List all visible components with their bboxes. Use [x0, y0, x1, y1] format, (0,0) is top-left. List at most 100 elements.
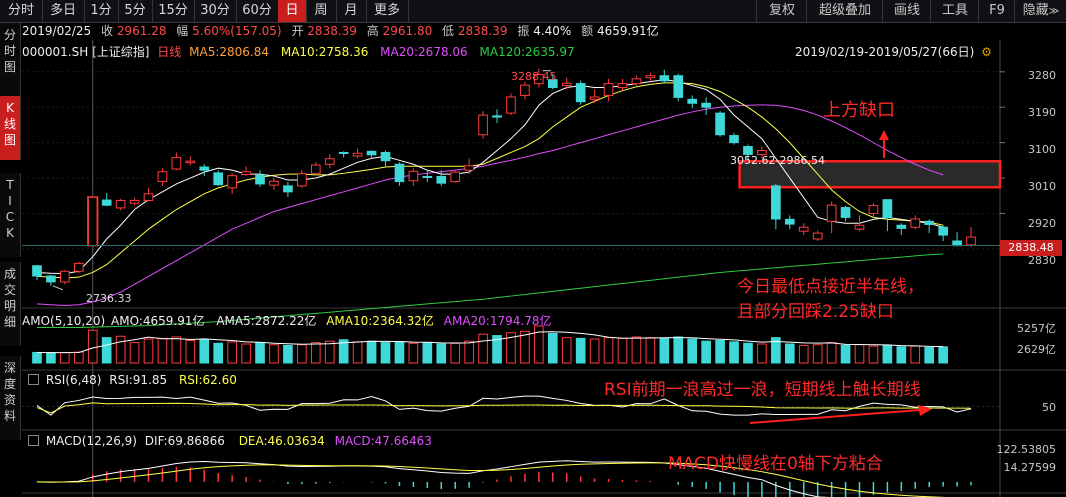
kline-ytick: 3010 [1028, 180, 1056, 193]
amo-bar [101, 337, 112, 364]
candle-body [32, 265, 42, 277]
candle-body [701, 102, 711, 108]
macd-legend: MACD(12,26,9) DIF:69.86866 DEA:46.03634 … [28, 434, 432, 448]
amo-bar [701, 340, 711, 364]
candle-body [338, 151, 349, 154]
amo-bar [213, 342, 224, 364]
candle-body [129, 199, 140, 204]
candle-body [422, 175, 433, 178]
candle-body [617, 83, 628, 89]
candle-body [310, 164, 321, 174]
candle-body [380, 151, 391, 162]
candle-body [436, 175, 447, 184]
macd-annotation: MACD快慢线在0轴下方粘合 [668, 454, 883, 474]
amo-bar [436, 343, 447, 364]
gap-arrow-head [879, 130, 889, 140]
rsi2-value: RSI:62.60 [178, 373, 237, 387]
amo-bar [310, 342, 321, 364]
candle-body [185, 160, 196, 164]
amo-bar [520, 330, 530, 364]
candle-body [269, 180, 279, 186]
candle-body [115, 199, 126, 209]
candle-body [143, 193, 154, 201]
low-arrow [52, 285, 64, 291]
amo-bar [283, 344, 293, 364]
candle-body [924, 220, 935, 225]
candle-body [715, 112, 725, 136]
amo-bar [687, 338, 698, 364]
amo-bar [729, 341, 739, 364]
amo-bar [129, 342, 140, 364]
candle-body [854, 224, 865, 230]
candle-body [812, 232, 823, 240]
candle-body [283, 185, 293, 193]
amo-bar [185, 339, 196, 364]
amo-bar [32, 351, 42, 364]
candle-body [60, 270, 70, 283]
candle-body [87, 196, 98, 247]
amo-bar [352, 341, 363, 364]
amo-bar [297, 344, 307, 364]
amo-bar [464, 340, 474, 364]
amo-bar [324, 340, 335, 364]
candle-body [478, 114, 488, 136]
amo-bar [561, 337, 572, 364]
amo-legend: AMO(5,10,20) AMO:4659.91亿 AMA5:2872.22亿 … [22, 312, 551, 329]
dea-value: DEA:46.03634 [238, 434, 325, 448]
amo-bar [241, 343, 251, 364]
candle-body [46, 275, 56, 283]
candle-body [227, 175, 237, 189]
kline-ytick: 3280 [1028, 69, 1056, 82]
last-price-tag: 2838.48 [1000, 240, 1062, 256]
rsi-ytick: 50 [1042, 401, 1056, 414]
amo-bar [73, 351, 84, 364]
candle-body [520, 84, 530, 96]
macd-label: MACD(12,26,9) [45, 434, 137, 448]
amo-ytick: 2629亿 [1017, 343, 1056, 356]
candle-body [464, 165, 474, 171]
amo-bar [826, 342, 837, 364]
kline-ytick: 3100 [1028, 143, 1056, 156]
candle-body [645, 75, 656, 79]
amo-bar [199, 339, 210, 364]
amo-bar [924, 347, 935, 364]
amo-bar [115, 335, 126, 364]
rsi-label: RSI(6,48) [45, 373, 102, 387]
candle-body [784, 218, 795, 225]
amo-bar [868, 345, 879, 364]
amo-bar [227, 341, 237, 364]
candle-body [729, 135, 739, 144]
macd-ytick: 14.27599 [1003, 461, 1057, 474]
amo-bar [46, 352, 56, 364]
candle-body [366, 150, 377, 156]
amo-bar [422, 342, 433, 364]
candle-body [575, 83, 586, 103]
amo-bar [478, 333, 488, 364]
candle-body [826, 204, 837, 222]
rsi-toggle-box[interactable] [28, 374, 39, 385]
candle-body [952, 240, 962, 247]
high-mark: 3288.45 [511, 70, 557, 83]
kline-ytick: 2920 [1028, 217, 1056, 230]
candle-body [687, 98, 698, 104]
rsi1-value: RSI:91.85 [109, 373, 168, 387]
rsi-legend: RSI(6,48) RSI:91.85 RSI:62.60 [28, 373, 237, 387]
macd-value: MACD:47.66463 [334, 434, 432, 448]
amo-bar [784, 343, 795, 364]
amo-bar [394, 341, 405, 364]
candle-body [840, 207, 851, 218]
low-annotation-line1: 今日最低点接近半年线， [737, 277, 924, 297]
amo-ytick: 5257亿 [1017, 322, 1056, 335]
amo-bar [408, 342, 419, 364]
candle-body [408, 170, 419, 182]
amo-bar [87, 329, 98, 364]
amo-bar [380, 342, 391, 364]
macd-toggle-box[interactable] [28, 435, 39, 446]
ama10-value: AMA10:2364.32亿 [326, 314, 434, 328]
low-annotation-line2: 且部分回踩2.25缺口 [737, 302, 894, 322]
amo-bar [715, 339, 725, 364]
candle-body [659, 75, 670, 82]
amo-bar [603, 337, 614, 364]
amo-bar [938, 346, 948, 364]
candle-body [297, 173, 307, 187]
